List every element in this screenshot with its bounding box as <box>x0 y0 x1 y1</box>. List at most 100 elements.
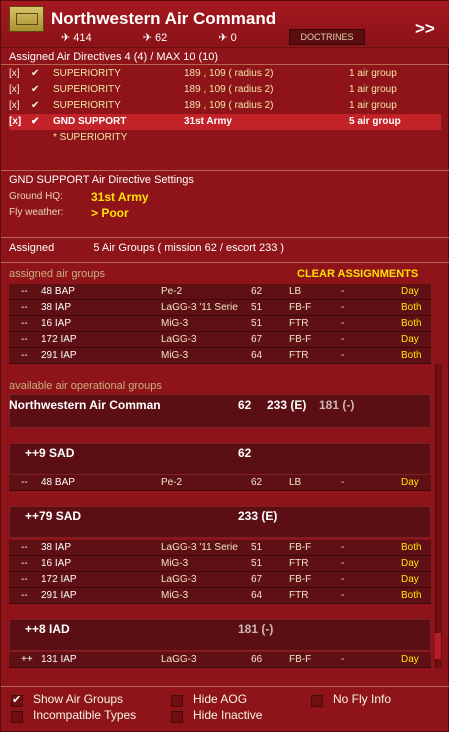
row-mission: Both <box>401 318 422 329</box>
directive-checkbox[interactable]: [x] <box>9 116 21 127</box>
check-icon: ✔ <box>31 100 40 111</box>
check-icon: ✔ <box>31 116 40 127</box>
directive-row[interactable]: [x] ✔ SUPERIORITY 189 , 109 ( radius 2) … <box>9 82 441 98</box>
row-role: FTR <box>289 590 309 601</box>
settings-title: GND SUPPORT Air Directive Settings <box>9 174 194 186</box>
assigned-groups-title: assigned air groups <box>9 268 106 280</box>
group-value: 233 (E) <box>238 509 278 523</box>
row-mission: Day <box>401 286 419 297</box>
air-group-row[interactable]: -- 48 BAP Pe-2 62 LB - Day <box>9 284 431 300</box>
directive-checkbox[interactable]: [x] <box>9 84 20 95</box>
escort-stat: ✈ 0 <box>218 32 237 44</box>
hide-inactive-label[interactable]: Hide Inactive <box>193 708 262 722</box>
air-group-row[interactable]: -- 38 IAP LaGG-3 '11 Serie 51 FB-F - Both <box>9 300 431 316</box>
show-air-groups-label[interactable]: Show Air Groups <box>33 692 123 706</box>
row-type: LaGG-3 '11 Serie <box>161 542 238 553</box>
row-type: MiG-3 <box>161 558 189 569</box>
air-group-row[interactable]: -- 16 IAP MiG-3 51 FTR - Both <box>9 316 431 332</box>
directive-subrow: * SUPERIORITY <box>53 130 449 146</box>
hide-inactive-checkbox[interactable] <box>171 711 183 723</box>
group-value: 181 (-) <box>238 622 274 636</box>
row-num: 51 <box>251 558 263 569</box>
row-mark: ++ <box>21 654 33 665</box>
no-fly-info-checkbox[interactable] <box>311 695 323 707</box>
air-group-row[interactable]: -- 38 IAP LaGG-3 '11 Serie 51 FB-F - Both <box>9 540 431 556</box>
incompatible-types-checkbox[interactable] <box>11 711 23 723</box>
row-type: LaGG-3 '11 Serie <box>161 302 238 313</box>
directive-type: SUPERIORITY <box>53 68 121 79</box>
separator <box>1 64 449 65</box>
row-mission: Day <box>401 334 419 345</box>
group-box <box>9 619 431 651</box>
doctrines-button[interactable]: DOCTRINES <box>289 29 365 45</box>
row-mission: Day <box>401 574 419 585</box>
air-group-row[interactable]: -- 291 IAP MiG-3 64 FTR - Both <box>9 588 431 604</box>
hq-label: Ground HQ: <box>9 191 63 202</box>
directive-checkbox[interactable]: [x] <box>9 100 20 111</box>
group-name[interactable]: ++9 SAD <box>25 446 74 460</box>
directive-coords: 189 , 109 ( radius 2) <box>184 100 274 111</box>
row-role: FTR <box>289 318 309 329</box>
row-unit: 291 IAP <box>41 590 77 601</box>
row-num: 62 <box>251 477 263 488</box>
row-num: 64 <box>251 350 263 361</box>
row-dash: - <box>341 574 345 585</box>
directive-groups: 1 air group <box>349 100 397 111</box>
directive-row-selected[interactable]: [x] ✔ GND SUPPORT 31st Army 5 air group <box>9 114 441 130</box>
row-dash: - <box>341 350 345 361</box>
air-group-row[interactable]: -- 16 IAP MiG-3 51 FTR - Day <box>9 556 431 572</box>
row-type: MiG-3 <box>161 318 189 329</box>
row-mark: -- <box>21 477 28 488</box>
row-mission: Both <box>401 590 422 601</box>
row-num: 64 <box>251 590 263 601</box>
weather-value[interactable]: > Poor <box>91 206 129 220</box>
air-group-row[interactable]: -- 172 IAP LaGG-3 67 FB-F - Day <box>9 332 431 348</box>
air-group-row[interactable]: -- 48 BAP Pe-2 62 LB - Day <box>9 475 431 491</box>
incompatible-types-label[interactable]: Incompatible Types <box>33 708 136 722</box>
row-num: 67 <box>251 334 263 345</box>
air-group-row[interactable]: -- 172 IAP LaGG-3 67 FB-F - Day <box>9 572 431 588</box>
air-command-panel: Northwestern Air Command ✈ 414 ✈ 62 ✈ 0 … <box>0 0 449 732</box>
row-dash: - <box>341 654 345 665</box>
panel-header: Northwestern Air Command ✈ 414 ✈ 62 ✈ 0 … <box>1 1 449 48</box>
directive-row[interactable]: [x] ✔ SUPERIORITY 189 , 109 ( radius 2) … <box>9 98 441 114</box>
row-unit: 16 IAP <box>41 318 72 329</box>
row-role: FB-F <box>289 302 312 313</box>
top-group-name[interactable]: Northwestern Air Comman <box>9 398 161 412</box>
top-group-a: 62 <box>238 398 252 412</box>
group-value: 62 <box>238 446 252 460</box>
row-mission: Day <box>401 558 419 569</box>
air-group-row[interactable]: -- 291 IAP MiG-3 64 FTR - Both <box>9 348 431 364</box>
scrollbar-thumb[interactable] <box>435 633 441 659</box>
show-air-groups-checkbox[interactable]: ✔ <box>11 694 23 707</box>
directive-coords: 31st Army <box>184 116 232 127</box>
assigned-directives-title: Assigned Air Directives 4 (4) / MAX 10 (… <box>9 51 219 63</box>
row-unit: 16 IAP <box>41 558 72 569</box>
hq-row: Ground HQ: 31st Army <box>9 189 441 205</box>
command-stats: ✈ 414 ✈ 62 ✈ 0 <box>61 31 285 44</box>
row-role: LB <box>289 286 302 297</box>
hq-value[interactable]: 31st Army <box>91 190 149 204</box>
hide-aog-label[interactable]: Hide AOG <box>193 692 247 706</box>
scrollbar-track[interactable] <box>435 364 442 668</box>
group-name[interactable]: ++79 SAD <box>25 509 81 523</box>
directive-groups: 1 air group <box>349 68 397 79</box>
row-num: 67 <box>251 574 263 585</box>
clear-assignments-button[interactable]: CLEAR ASSIGNMENTS <box>297 268 418 280</box>
directive-groups: 5 air group <box>349 116 401 127</box>
weather-row: Fly weather: > Poor <box>9 205 441 221</box>
next-button[interactable]: >> <box>415 19 435 39</box>
directive-checkbox[interactable]: [x] <box>9 68 20 79</box>
no-fly-info-label[interactable]: No Fly Info <box>333 692 391 706</box>
hide-aog-checkbox[interactable] <box>171 695 183 707</box>
separator <box>1 262 449 263</box>
row-type: LaGG-3 <box>161 654 197 665</box>
row-unit: 38 IAP <box>41 302 72 313</box>
directive-row[interactable]: [x] ✔ SUPERIORITY 189 , 109 ( radius 2) … <box>9 66 441 82</box>
row-mark: -- <box>21 286 28 297</box>
air-group-row[interactable]: ++ 131 IAP LaGG-3 66 FB-F - Day <box>9 652 431 668</box>
group-name[interactable]: ++8 IAD <box>25 622 70 636</box>
check-icon: ✔ <box>31 84 40 95</box>
row-unit: 172 IAP <box>41 574 77 585</box>
directive-sub: * SUPERIORITY <box>53 132 128 143</box>
